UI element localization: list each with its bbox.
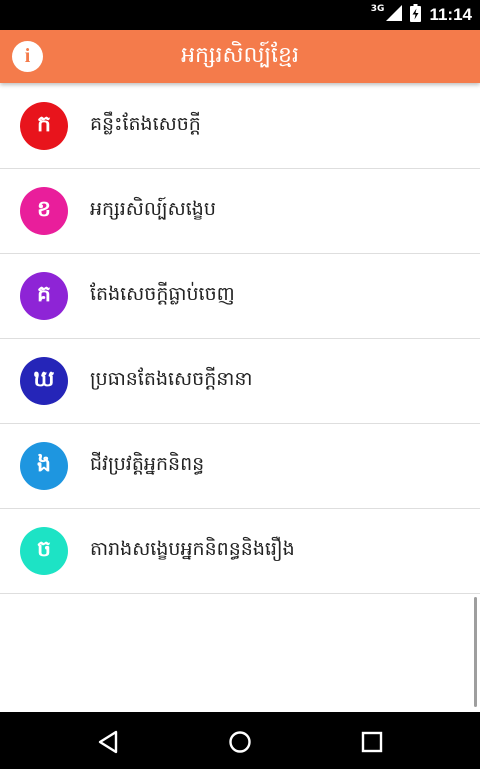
- menu-item-label: តែងសេចក្ដីធ្លាប់ចេញ: [90, 283, 235, 305]
- status-icons: 3G 11:14: [371, 0, 472, 30]
- info-button[interactable]: i: [12, 41, 43, 72]
- app-title: អក្សរសិល្ប៍ខ្មែរ: [181, 42, 299, 68]
- back-icon: [98, 730, 118, 754]
- letter-ko-icon: គ: [20, 272, 68, 320]
- menu-item-label: ប្រធានតែងសេចក្ដីនានា: [90, 368, 253, 390]
- letter-ngo-icon: ង: [20, 442, 68, 490]
- battery-icon: [410, 4, 422, 26]
- letter-ka-icon: ក: [20, 101, 68, 150]
- status-bar: 3G 11:14: [0, 0, 480, 30]
- menu-item-label: តារាងសង្ខេបអ្នកនិពន្ធនិងរឿង: [90, 538, 295, 560]
- menu-list: ក គន្លឹះតែងសេចក្ដី ខ អក្សរសិល្ប៍សង្ខេប គ…: [0, 83, 480, 594]
- back-button[interactable]: [88, 722, 128, 762]
- app-bar: i អក្សរសិល្ប៍ខ្មែរ: [0, 30, 480, 83]
- menu-item-authors-and-stories-table[interactable]: ច តារាងសង្ខេបអ្នកនិពន្ធនិងរឿង: [0, 509, 480, 594]
- menu-item-past-essays[interactable]: គ តែងសេចក្ដីធ្លាប់ចេញ: [0, 254, 480, 339]
- menu-item-label: ជីវប្រវត្តិអ្នកនិពន្ធ: [90, 453, 205, 475]
- menu-item-label: អក្សរសិល្ប៍សង្ខេប: [90, 198, 216, 220]
- info-icon: i: [24, 45, 31, 67]
- home-button[interactable]: [220, 722, 260, 762]
- navigation-bar: [0, 712, 480, 769]
- menu-item-essay-topics[interactable]: ឃ ប្រធានតែងសេចក្ដីនានា: [0, 339, 480, 424]
- network-type-label: 3G: [370, 4, 385, 14]
- status-time: 11:14: [429, 5, 472, 24]
- signal-icon: [386, 5, 403, 25]
- menu-item-writing-tips[interactable]: ក គន្លឹះតែងសេចក្ដី: [0, 83, 480, 169]
- home-icon: [229, 731, 251, 753]
- recent-apps-button[interactable]: [352, 722, 392, 762]
- menu-item-literature-summary[interactable]: ខ អក្សរសិល្ប៍សង្ខេប: [0, 169, 480, 254]
- scrollbar[interactable]: [474, 597, 477, 707]
- letter-kho-icon: ឃ: [20, 357, 68, 405]
- letter-cha-icon: ច: [20, 527, 68, 575]
- recent-apps-icon: [361, 731, 383, 753]
- letter-kha-icon: ខ: [20, 187, 68, 235]
- menu-item-author-biographies[interactable]: ង ជីវប្រវត្តិអ្នកនិពន្ធ: [0, 424, 480, 509]
- menu-item-label: គន្លឹះតែងសេចក្ដី: [90, 112, 201, 135]
